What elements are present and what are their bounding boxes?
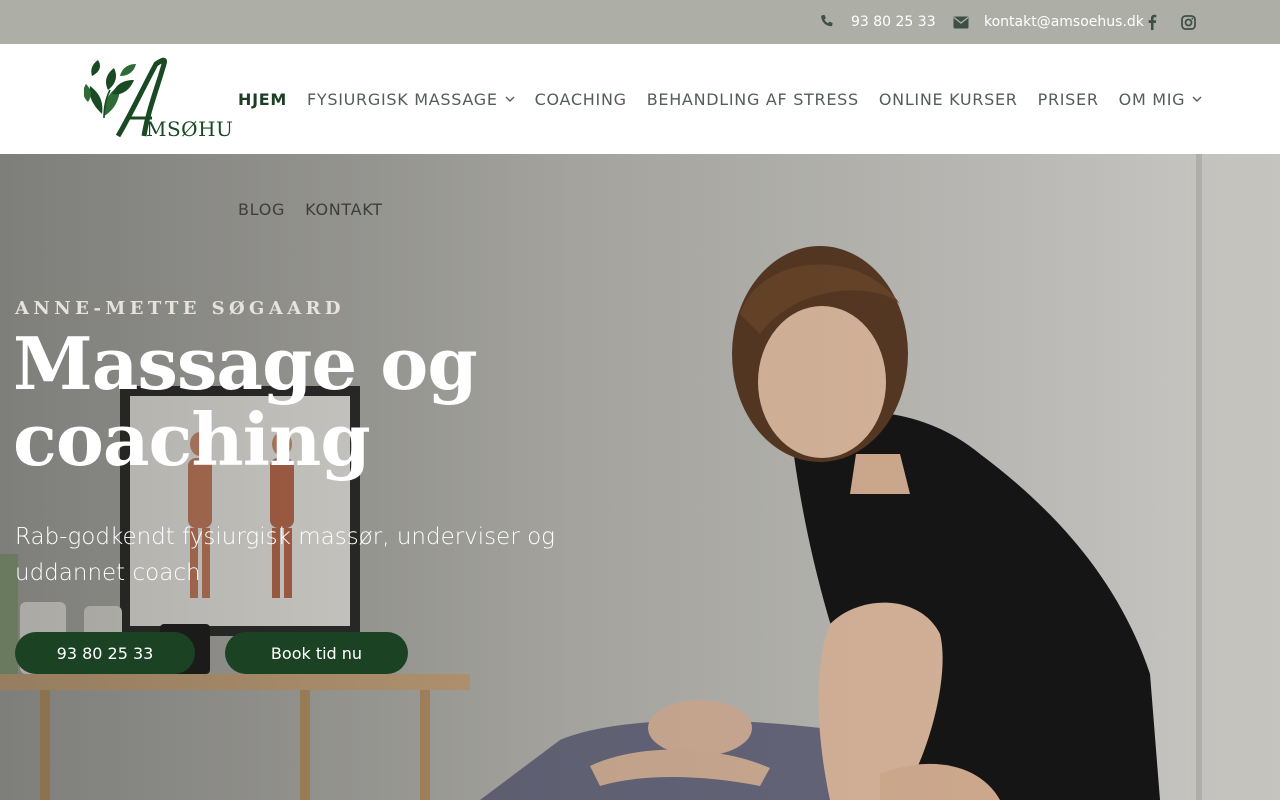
hero-title: Massage og coaching — [13, 326, 613, 478]
site-header: MSØHUS HJEM FYSIURGISK MASSAGE COACHING … — [0, 44, 1280, 154]
phone-icon — [818, 14, 836, 30]
book-now-button[interactable]: Book tid nu — [225, 632, 408, 674]
chevron-down-icon — [1192, 94, 1202, 104]
hero-subtitle: Rab-godkendt fysiurgisk massør, undervis… — [15, 524, 555, 586]
book-now-button-label: Book tid nu — [270, 643, 363, 663]
nav-item-coaching[interactable]: COACHING — [535, 90, 627, 109]
hero-section: BLOG KONTAKT ANNE-METTE SØGAARD Massage … — [0, 154, 1280, 800]
topbar-phone-text: 93 80 25 33 — [851, 14, 936, 30]
topbar-phone-link[interactable]: 93 80 25 33 — [818, 0, 936, 44]
nav-item-behandling-af-stress[interactable]: BEHANDLING AF STRESS — [647, 90, 859, 109]
call-button[interactable]: 93 80 25 33 — [15, 632, 195, 674]
nav-item-hjem[interactable]: HJEM — [238, 90, 287, 109]
nav-item-kontakt[interactable]: KONTAKT — [305, 200, 383, 219]
logo-image: MSØHUS — [83, 57, 247, 141]
instagram-icon — [1180, 14, 1196, 30]
chevron-down-icon — [505, 94, 515, 104]
main-nav: HJEM FYSIURGISK MASSAGE COACHING BEHANDL… — [238, 88, 1222, 110]
nav-item-online-kurser[interactable]: ONLINE KURSER — [879, 90, 1018, 109]
hero-eyebrow: ANNE-METTE SØGAARD — [15, 298, 345, 319]
nav-item-om-mig[interactable]: OM MIG — [1119, 90, 1203, 109]
nav-item-priser[interactable]: PRISER — [1038, 90, 1099, 109]
top-contact-bar: 93 80 25 33 kontakt@amsoehus.dk — [0, 0, 1280, 44]
facebook-link[interactable] — [1144, 0, 1160, 44]
nav-item-label: ONLINE KURSER — [878, 89, 1018, 109]
nav-item-label: COACHING — [534, 89, 627, 109]
nav-item-label: FYSIURGISK MASSAGE — [307, 89, 498, 109]
nav-item-label: BLOG — [238, 200, 286, 219]
nav-item-label: KONTAKT — [305, 200, 383, 219]
envelope-icon — [952, 16, 969, 29]
topbar-email-text: kontakt@amsoehus.dk — [984, 14, 1144, 30]
nav-item-label: BEHANDLING AF STRESS — [646, 89, 859, 109]
hero-title-line-2: coaching — [13, 397, 371, 482]
site-logo[interactable]: MSØHUS — [83, 56, 247, 142]
svg-text:MSØHUS: MSØHUS — [146, 117, 232, 141]
nav-item-label: HJEM — [238, 89, 287, 109]
nav-item-label: PRISER — [1037, 89, 1099, 109]
nav-item-fysiurgisk-massage[interactable]: FYSIURGISK MASSAGE — [307, 90, 515, 109]
main-nav-wrapped-row: BLOG KONTAKT — [238, 200, 403, 219]
call-button-label: 93 80 25 33 — [56, 643, 154, 663]
facebook-icon — [1147, 14, 1157, 30]
nav-item-blog[interactable]: BLOG — [238, 200, 285, 219]
topbar-email-link[interactable]: kontakt@amsoehus.dk — [952, 0, 1144, 44]
nav-item-label: OM MIG — [1118, 89, 1186, 109]
instagram-link[interactable] — [1180, 0, 1196, 44]
hero-title-line-1: Massage og — [13, 321, 478, 406]
